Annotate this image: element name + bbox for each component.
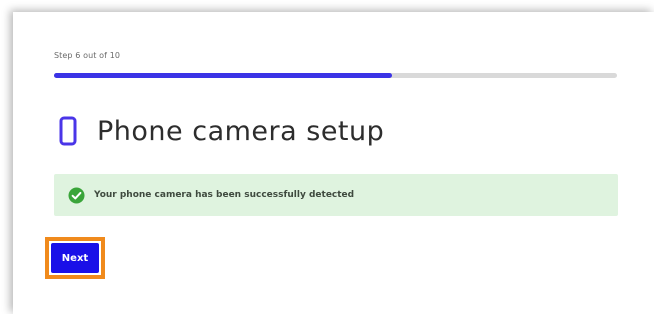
check-circle-icon xyxy=(68,187,85,204)
progress-bar-fill xyxy=(54,73,392,78)
next-button[interactable]: Next xyxy=(51,243,99,273)
success-banner: Your phone camera has been successfully … xyxy=(54,174,618,216)
next-button-focus-ring: Next xyxy=(45,237,105,279)
step-counter: Step 6 out of 10 xyxy=(54,51,121,60)
setup-card: Step 6 out of 10 Phone camera setup Your… xyxy=(13,12,654,314)
title-row: Phone camera setup xyxy=(57,111,384,151)
success-message: Your phone camera has been successfully … xyxy=(94,190,355,200)
page-title: Phone camera setup xyxy=(97,115,385,147)
progress-bar xyxy=(54,73,617,78)
phone-icon xyxy=(57,114,79,148)
